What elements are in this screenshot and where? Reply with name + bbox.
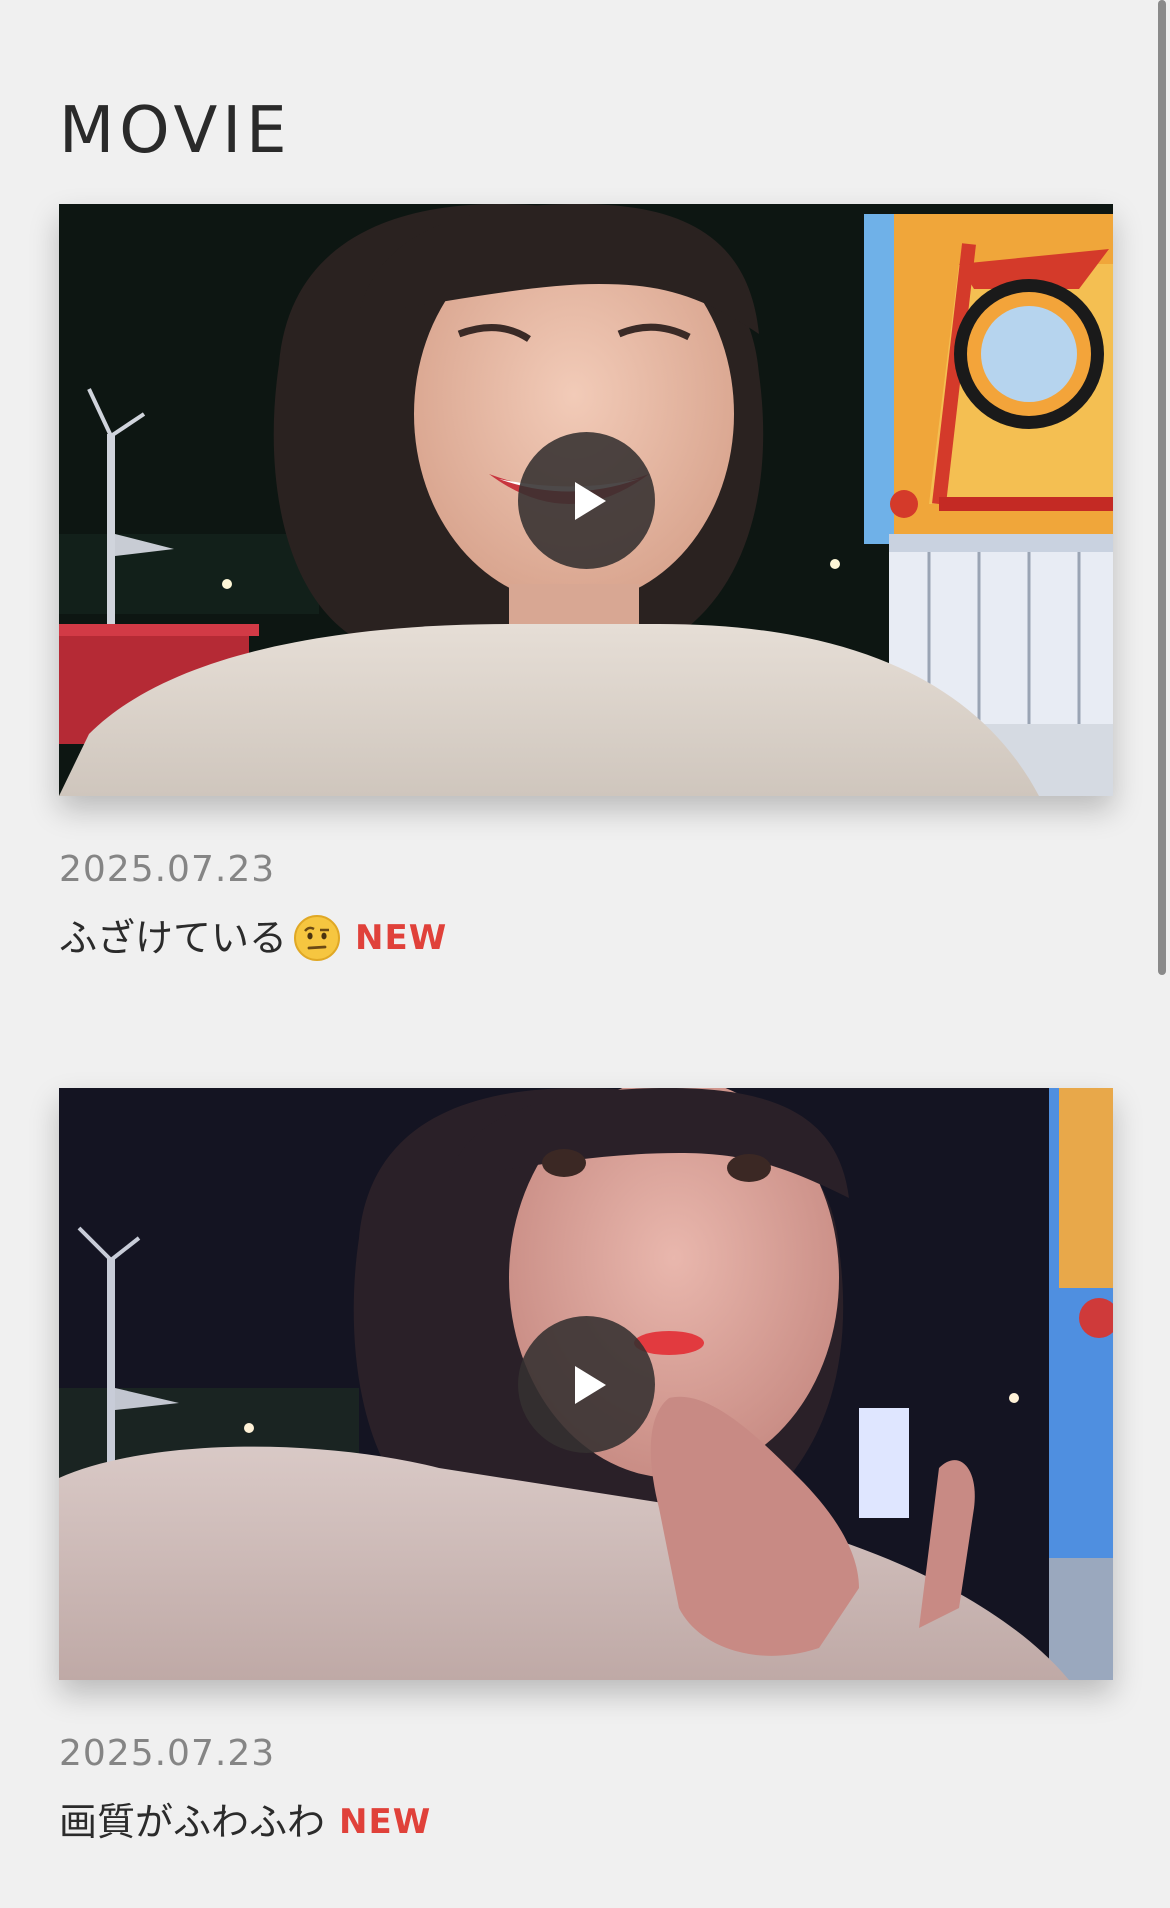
video-thumbnail[interactable] bbox=[59, 1088, 1113, 1680]
play-button[interactable] bbox=[518, 1316, 655, 1453]
movie-title[interactable]: ふざけている bbox=[59, 919, 287, 957]
play-icon bbox=[575, 481, 606, 520]
new-badge: NEW bbox=[355, 918, 448, 958]
movie-title-row[interactable]: 画質がふわふわ NEW bbox=[59, 1794, 431, 1850]
face-with-raised-eyebrow-icon bbox=[294, 915, 341, 961]
scrollbar-thumb[interactable] bbox=[1158, 0, 1166, 975]
movie-page: MOVIE 2025.07.23 ふざけている NEW 2025.07.23 画… bbox=[0, 0, 1170, 1908]
new-badge: NEW bbox=[339, 1802, 432, 1842]
video-thumbnail[interactable] bbox=[59, 204, 1113, 796]
movie-card[interactable]: 2025.07.23 ふざけている NEW bbox=[59, 204, 1113, 961]
play-button[interactable] bbox=[518, 432, 655, 569]
movie-date: 2025.07.23 bbox=[59, 849, 276, 890]
movie-date: 2025.07.23 bbox=[59, 1733, 276, 1774]
scrollbar[interactable] bbox=[1154, 0, 1170, 1908]
section-title: MOVIE bbox=[59, 93, 292, 168]
movie-card[interactable]: 2025.07.23 画質がふわふわ NEW bbox=[59, 1088, 1113, 1841]
movie-title[interactable]: 画質がふわふわ bbox=[59, 1803, 325, 1841]
play-icon bbox=[575, 1365, 606, 1404]
movie-title-row[interactable]: ふざけている NEW bbox=[59, 910, 447, 966]
